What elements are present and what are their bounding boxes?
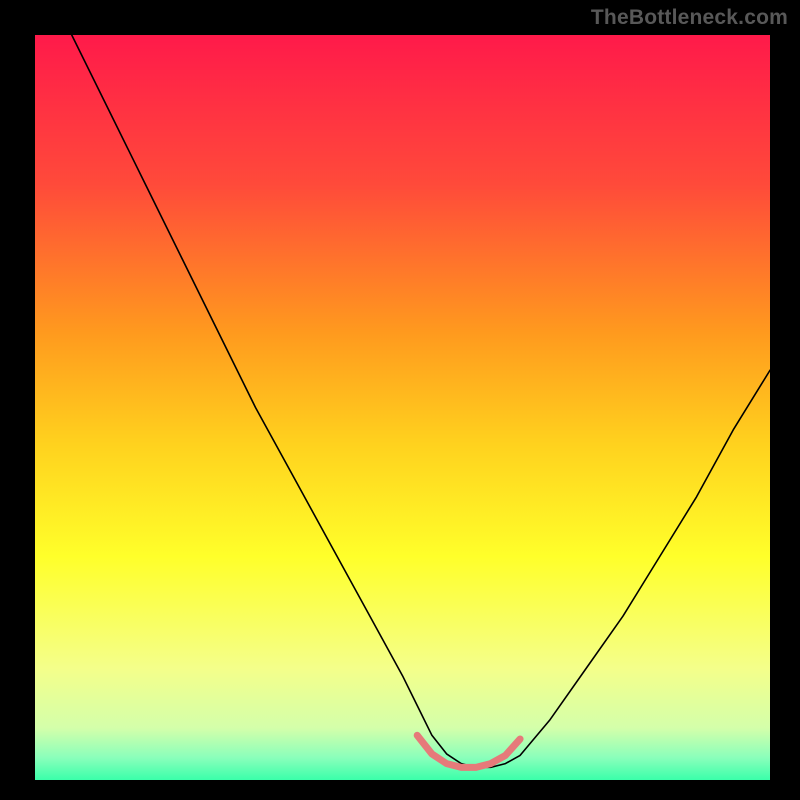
watermark-text: TheBottleneck.com (591, 6, 788, 30)
chart-svg (35, 35, 770, 780)
chart-frame: TheBottleneck.com (0, 0, 800, 800)
chart-background (35, 35, 770, 780)
chart-plot-area (35, 35, 770, 780)
